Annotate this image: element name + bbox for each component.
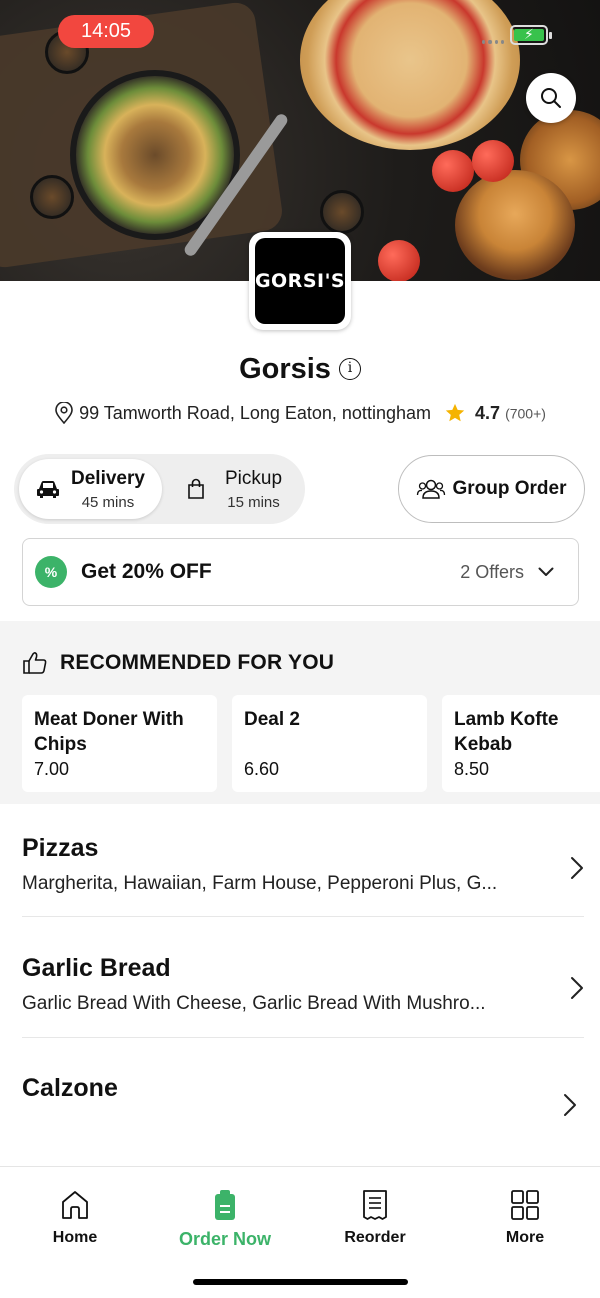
- recommended-item-price: 8.50: [454, 759, 490, 779]
- chevron-right-icon: [571, 977, 583, 999]
- rating-count: (700+): [505, 405, 546, 422]
- recommended-section: RECOMMENDED FOR YOU Meat Doner With Chip…: [0, 621, 600, 804]
- category-title: Garlic Bread: [22, 954, 171, 982]
- restaurant-header: Gorsis i: [0, 352, 600, 386]
- chevron-down-icon: [538, 567, 554, 576]
- grid-icon: [511, 1190, 539, 1220]
- offers-banner[interactable]: % Get 20% OFF 2 Offers: [22, 538, 579, 606]
- sauce-bowl-image: [30, 175, 74, 219]
- info-icon[interactable]: i: [338, 358, 361, 381]
- tomato-image: [432, 150, 474, 192]
- shopping-bag-icon: [188, 478, 204, 499]
- tab-label: Order Now: [178, 1229, 271, 1249]
- tab-reorder[interactable]: Reorder: [300, 1189, 450, 1247]
- tab-more[interactable]: More: [450, 1189, 600, 1247]
- recommended-header: RECOMMENDED FOR YOU: [22, 651, 334, 675]
- discount-badge-icon: %: [35, 556, 67, 588]
- tomato-image: [472, 140, 514, 182]
- group-order-button[interactable]: Group Order: [398, 455, 585, 523]
- car-icon: [37, 481, 59, 498]
- delivery-option[interactable]: Delivery 45 mins: [19, 459, 162, 519]
- tab-label: Home: [52, 1229, 98, 1246]
- order-icon: [215, 1190, 235, 1220]
- home-icon: [62, 1191, 88, 1219]
- star-icon: [445, 404, 465, 422]
- search-icon: [541, 88, 561, 108]
- tab-label: More: [505, 1229, 545, 1246]
- status-time: 14:05: [58, 15, 154, 48]
- tab-label: Reorder: [344, 1229, 406, 1246]
- divider: [22, 1037, 584, 1038]
- pizza-image: [300, 0, 520, 150]
- delivery-time: 45 mins: [81, 493, 135, 511]
- pickup-time: 15 mins: [227, 493, 280, 511]
- rating-value: 4.7: [475, 402, 501, 423]
- chevron-right-icon: [571, 857, 583, 879]
- category-description: Margherita, Hawaiian, Farm House, Pepper…: [22, 873, 498, 894]
- offer-count: 2 Offers: [460, 561, 524, 582]
- recommended-item[interactable]: Deal 2 6.60: [232, 695, 427, 792]
- delivery-label: Delivery: [71, 467, 145, 489]
- location-pin-icon: [55, 401, 73, 425]
- recommended-item-name: Meat Doner With Chips: [34, 709, 184, 755]
- category-row-calzone[interactable]: Calzone: [22, 1074, 584, 1118]
- tab-home[interactable]: Home: [0, 1189, 150, 1247]
- restaurant-name: Gorsis: [239, 352, 331, 385]
- address-row: 99 Tamworth Road, Long Eaton, nottingham…: [0, 401, 600, 425]
- tab-order-now[interactable]: Order Now: [150, 1189, 300, 1250]
- battery-icon: ⚡: [510, 25, 552, 45]
- receipt-icon: [363, 1190, 387, 1220]
- category-description: Garlic Bread With Cheese, Garlic Bread W…: [22, 993, 486, 1014]
- pickup-label: Pickup: [225, 467, 283, 489]
- restaurant-address: 99 Tamworth Road, Long Eaton, nottingham: [79, 402, 431, 423]
- home-indicator[interactable]: [193, 1279, 408, 1285]
- recommended-item-price: 7.00: [34, 759, 70, 779]
- category-row-garlic-bread[interactable]: Garlic Bread Garlic Bread With Cheese, G…: [22, 954, 584, 1015]
- recommended-item-name: Lamb Kofte Kebab: [454, 709, 559, 755]
- group-icon: [417, 479, 446, 499]
- order-mode-toggle: Delivery 45 mins Pickup 15 mins: [14, 454, 305, 524]
- pickup-option[interactable]: Pickup 15 mins: [179, 459, 299, 519]
- search-button[interactable]: [526, 73, 576, 123]
- category-title: Calzone: [22, 1074, 118, 1102]
- category-row-pizzas[interactable]: Pizzas Margherita, Hawaiian, Farm House,…: [22, 834, 584, 895]
- restaurant-logo: GORSI'S: [249, 232, 351, 330]
- divider: [22, 916, 584, 917]
- chevron-right-icon: [564, 1094, 576, 1116]
- sauce-bowl-image: [320, 190, 364, 234]
- burger-image: [455, 170, 575, 280]
- thumbs-up-icon: [23, 652, 47, 674]
- offer-title: Get 20% OFF: [81, 560, 212, 583]
- recommended-title: RECOMMENDED FOR YOU: [60, 651, 335, 674]
- recommended-item-price: 6.60: [244, 759, 280, 779]
- signal-icon: [482, 40, 504, 44]
- recommended-item[interactable]: Lamb Kofte Kebab 8.50: [442, 695, 600, 792]
- tomato-image: [378, 240, 420, 281]
- recommended-item-name: Deal 2: [244, 709, 300, 730]
- group-order-label: Group Order: [452, 478, 567, 499]
- recommended-item[interactable]: Meat Doner With Chips 7.00: [22, 695, 217, 792]
- category-title: Pizzas: [22, 834, 99, 862]
